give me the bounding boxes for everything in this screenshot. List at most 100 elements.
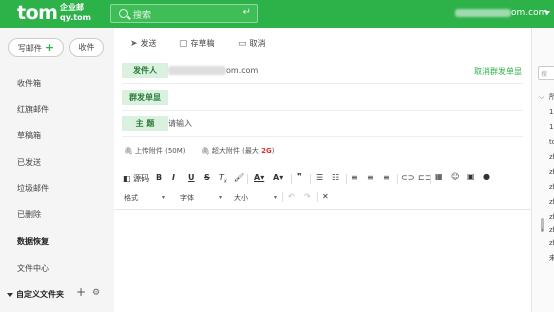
contact-item[interactable]: zh: [549, 226, 554, 234]
clear-format-icon[interactable]: Tx: [219, 173, 227, 185]
font-select[interactable]: 字体: [180, 193, 194, 203]
chevron-down-icon[interactable]: ▾: [162, 194, 165, 201]
large-attachment-suffix: ): [271, 147, 275, 155]
contact-item[interactable]: zh: [549, 198, 554, 206]
separator: [282, 192, 283, 202]
divider: [122, 136, 523, 137]
divider: [122, 83, 523, 84]
size-select[interactable]: 大小: [234, 193, 248, 203]
receive-button[interactable]: 收件: [69, 38, 104, 57]
logo-subtitle: 企业邮 qy.tom: [60, 3, 91, 23]
contact-item[interactable]: to: [549, 138, 554, 146]
chevron-down-icon[interactable]: ▾: [219, 194, 222, 201]
compose-button[interactable]: 写邮件 +: [8, 38, 64, 57]
background-color-icon[interactable]: A▾: [273, 173, 283, 182]
sender-value-suffix: om.com: [226, 66, 259, 75]
color-picker-icon[interactable]: ●: [483, 172, 490, 181]
large-attachment-label: 超大附件: [211, 147, 240, 155]
bold-icon[interactable]: B: [156, 173, 162, 182]
user-account[interactable]: om.com: [455, 8, 547, 18]
contact-item[interactable]: 17: [549, 108, 554, 116]
align-center-icon[interactable]: ≡: [367, 173, 374, 182]
upload-attachment-button[interactable]: 🖇 上传附件 (50M): [124, 146, 186, 156]
numbered-list-icon[interactable]: ☷: [332, 173, 339, 182]
link-icon[interactable]: ⊂⊃: [401, 173, 414, 182]
source-button[interactable]: ◧ 源码: [123, 173, 149, 184]
contact-item[interactable]: zh: [549, 153, 554, 161]
emoji-icon[interactable]: ☺: [451, 172, 459, 181]
chevron-down-icon[interactable]: [544, 11, 550, 15]
sender-value[interactable]: om.com: [168, 64, 258, 77]
logo[interactable]: tom: [17, 2, 58, 24]
contact-item[interactable]: 18: [549, 123, 554, 131]
undo-icon[interactable]: ↶: [288, 192, 295, 201]
subject-input[interactable]: 请输入: [168, 117, 192, 130]
contact-item[interactable]: zh: [549, 213, 554, 221]
paperclip-icon: 🖇: [124, 147, 133, 155]
cancel-group-send-link[interactable]: 取消群发单显: [474, 66, 522, 77]
align-left-icon[interactable]: ≡: [351, 173, 358, 182]
sidebar-item-inbox[interactable]: 收件箱: [17, 78, 41, 89]
align-right-icon[interactable]: ≡: [383, 173, 390, 182]
subject-label: 主 题: [122, 116, 168, 131]
sidebar-item-deleted[interactable]: 已删除: [17, 209, 41, 220]
enter-icon[interactable]: ↵: [243, 7, 251, 18]
strikethrough-icon[interactable]: S: [204, 173, 210, 182]
chevron-down-icon[interactable]: ⌵: [539, 93, 544, 102]
message-body-editor[interactable]: [114, 209, 531, 312]
custom-folders-toggle[interactable]: 自定义文件夹: [7, 289, 64, 300]
add-folder-icon[interactable]: +: [76, 285, 86, 299]
compose-button-label: 写邮件: [17, 44, 42, 53]
image-icon[interactable]: ▣: [467, 172, 475, 181]
sidebar-item-file-center[interactable]: 文件中心: [17, 263, 49, 274]
format-select[interactable]: 格式: [124, 193, 138, 203]
table-icon[interactable]: ▦: [435, 172, 443, 181]
search-icon: [119, 9, 128, 18]
group-send-input[interactable]: [168, 91, 508, 104]
underline-icon[interactable]: U: [188, 173, 195, 182]
sidebar-item-data-recovery[interactable]: 数据恢复: [17, 236, 49, 247]
bulleted-list-icon[interactable]: ☰: [316, 173, 323, 182]
chevron-down-icon[interactable]: ▾: [274, 194, 277, 201]
separator: [317, 192, 318, 202]
sidebar-item-spam[interactable]: 垃圾邮件: [17, 183, 49, 194]
large-attachment-button[interactable]: 🖇 超大附件 (最大 2G): [201, 146, 274, 156]
contact-item[interactable]: zh: [549, 183, 554, 191]
quote-icon[interactable]: ❞: [297, 172, 302, 181]
upload-label: 上传附件: [134, 147, 163, 155]
sidebar-item-sent[interactable]: 已发送: [17, 157, 41, 168]
separator: [310, 174, 311, 184]
italic-icon[interactable]: I: [172, 173, 175, 182]
group-send-label: 群发单显: [122, 90, 168, 105]
contacts-group-label[interactable]: 所: [549, 92, 554, 102]
gear-icon[interactable]: ⚙: [92, 288, 100, 298]
source-label: 源码: [133, 174, 150, 183]
search-box[interactable]: 搜索 ↵: [110, 4, 258, 23]
format-painter-icon[interactable]: 🖌: [234, 173, 244, 182]
contact-item[interactable]: zh: [549, 239, 554, 247]
separator: [247, 174, 248, 184]
contact-item[interactable]: 来: [549, 253, 554, 263]
logo-subtitle-line1: 企业邮: [60, 3, 84, 12]
top-bar: tom 企业邮 qy.tom 搜索 ↵ om.com: [0, 0, 554, 28]
sender-redacted: [168, 66, 226, 75]
sidebar-item-flagged[interactable]: 红旗邮件: [17, 104, 49, 115]
upload-limit: (50M): [165, 147, 186, 155]
send-button[interactable]: ➤ 发送: [130, 38, 157, 49]
fullscreen-icon[interactable]: ✕: [322, 192, 329, 201]
cancel-button[interactable]: ▭ 取消: [238, 38, 266, 49]
contacts-panel: 搜 ⌵ 所 17 18 to zh zh zh zh zh zh zh 来 ›: [531, 28, 554, 312]
receive-button-label: 收件: [78, 43, 95, 52]
contact-item[interactable]: zh: [549, 168, 554, 176]
compose-panel: ➤ 发送 ▢ 存草稿 ▭ 取消 发件人 om.com 取消群发单显 群发单显 主 题 …: [114, 28, 531, 312]
redo-icon[interactable]: ↷: [304, 192, 311, 201]
caret-down-icon: [7, 292, 13, 297]
sidebar-item-drafts[interactable]: 草稿箱: [17, 130, 41, 141]
save-draft-button[interactable]: ▢ 存草稿: [179, 38, 215, 49]
sender-row: 发件人 om.com 取消群发单显: [114, 63, 531, 82]
search-input[interactable]: 搜索: [133, 8, 151, 21]
collapse-panel-icon[interactable]: ›: [541, 226, 544, 234]
font-color-icon[interactable]: A▾: [254, 173, 264, 182]
contacts-search-input[interactable]: 搜: [538, 66, 554, 80]
compose-toolbar: ➤ 发送 ▢ 存草稿 ▭ 取消: [114, 28, 531, 58]
